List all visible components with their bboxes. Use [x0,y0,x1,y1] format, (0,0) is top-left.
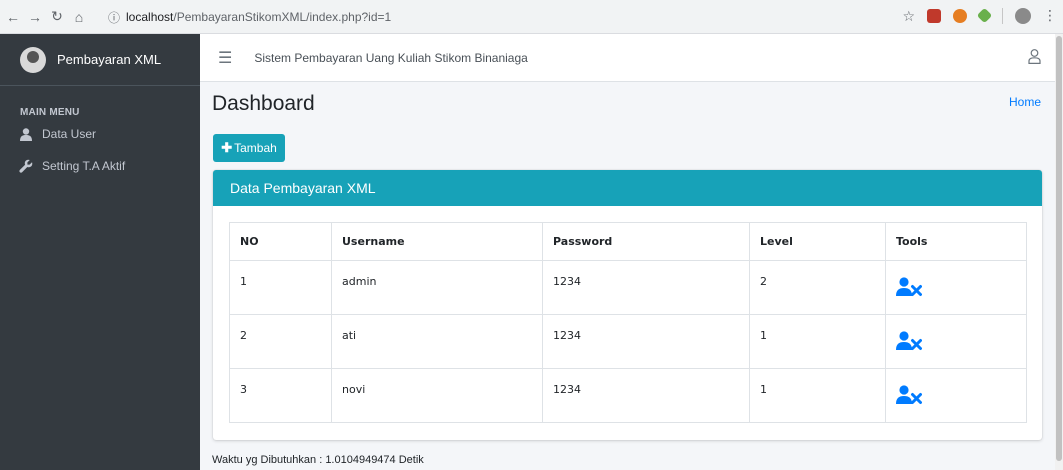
extension-shield-icon[interactable] [927,8,941,23]
menu-header: MAIN MENU [20,107,80,118]
top-navbar: ☰ Sistem Pembayaran Uang Kuliah Stikom B… [200,34,1055,82]
extension-gem-icon[interactable] [976,7,993,24]
plus-icon: ✚ [221,140,233,155]
cell-level: 2 [749,260,886,315]
address-bar[interactable]: ⓘ localhost/PembayaranStikomXML/index.ph… [108,5,888,29]
cell-level: 1 [749,368,886,423]
card-title: Data Pembayaran XML [213,170,1042,206]
cell-username: novi [331,368,543,423]
cell-no: 1 [229,260,332,315]
navbar-title[interactable]: Sistem Pembayaran Uang Kuliah Stikom Bin… [254,51,527,65]
data-card: Data Pembayaran XML NO Username Password… [213,170,1042,440]
hamburger-menu-icon[interactable]: ☰ [218,48,232,68]
brand-logo [20,46,46,73]
delete-user-icon[interactable] [896,331,922,354]
user-icon [19,127,33,141]
browser-menu-icon[interactable]: ⋮ [1043,7,1057,24]
cell-tools [885,314,1027,369]
cell-no: 3 [229,368,332,423]
main-content: Dashboard Home ✚ Tambah Data Pembayaran … [200,82,1055,470]
brand-link[interactable]: Pembayaran XML [0,34,200,86]
cell-tools [885,368,1027,423]
user-account-icon[interactable] [1028,49,1041,69]
wrench-icon [19,159,33,173]
url-host: localhost [126,10,174,24]
header-password: Password [542,222,750,261]
sidebar-item-data-user[interactable]: Data User [0,118,200,150]
table-row: 3 novi 1234 1 [229,368,1027,423]
browser-toolbar: ← → ↻ ⌂ ⓘ localhost/PembayaranStikomXML/… [0,0,1063,34]
back-icon[interactable]: ← [2,9,24,25]
cell-password: 1234 [542,314,750,369]
header-tools: Tools [885,222,1027,261]
table-header-row: NO Username Password Level Tools [229,222,1027,261]
brand-text: Pembayaran XML [57,52,162,67]
extension-flame-icon[interactable] [953,8,967,23]
cell-username: admin [331,260,543,315]
sidebar-item-label: Setting T.A Aktif [42,159,126,173]
table-container: NO Username Password Level Tools 1 admin… [229,222,1027,423]
cell-no: 2 [229,314,332,369]
add-button-label: Tambah [234,141,277,155]
bookmark-star-icon[interactable]: ☆ [902,9,915,23]
header-username: Username [331,222,543,261]
scrollbar-thumb[interactable] [1056,36,1062,461]
url-path: /PembayaranStikomXML/index.php?id=1 [173,10,392,24]
table-row: 2 ati 1234 1 [229,314,1027,369]
cell-password: 1234 [542,260,750,315]
add-button[interactable]: ✚ Tambah [213,134,285,162]
home-icon[interactable]: ⌂ [68,9,90,25]
forward-icon[interactable]: → [24,9,46,25]
cell-username: ati [331,314,543,369]
delete-user-icon[interactable] [896,277,922,300]
header-no: NO [229,222,332,261]
page-scrollbar[interactable] [1055,34,1063,470]
table-row: 1 admin 1234 2 [229,260,1027,315]
cell-level: 1 [749,314,886,369]
footer-timing: Waktu yg Dibutuhkan : 1.0104949474 Detik [212,454,424,466]
toolbar-divider [1002,7,1003,24]
info-icon[interactable]: ⓘ [108,9,120,26]
profile-avatar[interactable] [1015,7,1031,24]
cell-tools [885,260,1027,315]
cell-password: 1234 [542,368,750,423]
delete-user-icon[interactable] [896,385,922,408]
page-title: Dashboard [212,92,315,115]
breadcrumb-home[interactable]: Home [1009,95,1041,109]
sidebar-item-setting-ta[interactable]: Setting T.A Aktif [0,150,200,182]
sidebar-item-label: Data User [42,127,97,141]
header-level: Level [749,222,886,261]
reload-icon[interactable]: ↻ [46,8,68,25]
user-table: NO Username Password Level Tools 1 admin… [229,222,1027,423]
sidebar: Pembayaran XML MAIN MENU Data User Setti… [0,34,200,470]
